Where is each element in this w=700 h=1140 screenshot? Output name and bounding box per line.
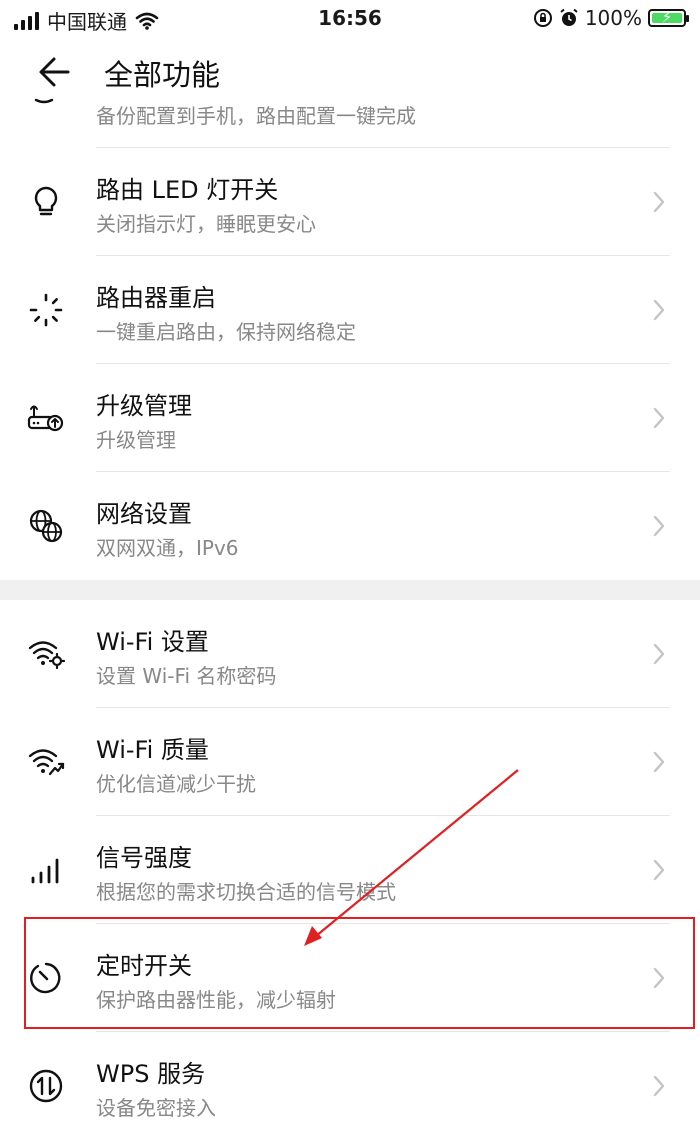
battery-percent: 100% xyxy=(584,6,642,30)
list-item-wifi-settings[interactable]: Wi-Fi 设置 设置 Wi-Fi 名称密码 xyxy=(0,600,700,708)
list-item-subtitle: 关闭指示灯，睡眠更安心 xyxy=(96,212,316,236)
list-item-subtitle: 优化信道减少干扰 xyxy=(96,772,256,796)
signal-strength-icon xyxy=(31,858,59,884)
globe-icon xyxy=(29,509,63,543)
list-item-subtitle: 升级管理 xyxy=(96,428,176,452)
list-item-subtitle: 设置 Wi-Fi 名称密码 xyxy=(96,664,277,688)
feature-list: 备份配置到手机，路由配置一键完成 路由 LED 灯开关 关闭指示灯，睡眠更安心 … xyxy=(0,98,700,1140)
list-item-signal-strength[interactable]: 信号强度 根据您的需求切换合适的信号模式 xyxy=(0,816,700,924)
list-item-subtitle: 根据您的需求切换合适的信号模式 xyxy=(96,880,396,904)
list-item-title: 路由器重启 xyxy=(96,284,216,312)
chevron-right-icon xyxy=(653,859,665,881)
list-item-backup[interactable]: 备份配置到手机，路由配置一键完成 xyxy=(0,98,700,148)
chevron-right-icon xyxy=(653,643,665,665)
page-title: 全部功能 xyxy=(104,58,221,92)
battery-charging-icon: ⚡ xyxy=(648,8,689,27)
list-item-subtitle: 双网双通，IPv6 xyxy=(96,536,239,560)
list-item-network[interactable]: 网络设置 双网双通，IPv6 xyxy=(0,472,700,580)
list-item-subtitle: 一键重启路由，保持网络稳定 xyxy=(96,320,356,344)
chevron-right-icon xyxy=(653,967,665,989)
list-item-title: 网络设置 xyxy=(96,500,192,528)
list-item-subtitle: 保护路由器性能，减少辐射 xyxy=(96,988,336,1012)
list-item-wps[interactable]: WPS 服务 设备免密接入 xyxy=(0,1032,700,1140)
restart-spinner-icon xyxy=(29,293,63,327)
wifi-quality-icon xyxy=(28,749,65,776)
chevron-right-icon xyxy=(653,191,665,213)
list-item-title: 升级管理 xyxy=(96,392,192,420)
section-divider xyxy=(0,580,700,600)
bulb-icon xyxy=(34,186,58,216)
arrow-left-icon[interactable] xyxy=(30,48,78,96)
list-item-title: 路由 LED 灯开关 xyxy=(96,176,279,204)
list-item-subtitle: 备份配置到手机，路由配置一键完成 xyxy=(96,104,416,128)
list-item-title: 定时开关 xyxy=(96,952,192,980)
wps-icon xyxy=(29,1069,63,1103)
list-item-led[interactable]: 路由 LED 灯开关 关闭指示灯，睡眠更安心 xyxy=(0,148,700,256)
list-item-title: Wi-Fi 质量 xyxy=(96,736,209,764)
status-bar: 中国联通 16:56 100% ⚡ xyxy=(0,0,700,36)
list-item-title: 信号强度 xyxy=(96,844,192,872)
router-upgrade-icon xyxy=(27,405,64,432)
list-item-restart[interactable]: 路由器重启 一键重启路由，保持网络稳定 xyxy=(0,256,700,364)
rotation-lock-icon xyxy=(533,9,552,27)
chevron-right-icon xyxy=(653,751,665,773)
list-item-wifi-quality[interactable]: Wi-Fi 质量 优化信道减少干扰 xyxy=(0,708,700,816)
header: 全部功能 xyxy=(0,40,700,104)
list-item-title: WPS 服务 xyxy=(96,1060,206,1088)
list-item-upgrade[interactable]: 升级管理 升级管理 xyxy=(0,364,700,472)
chevron-right-icon xyxy=(653,515,665,537)
chevron-right-icon xyxy=(653,299,665,321)
status-right: 100% ⚡ xyxy=(533,6,689,30)
chevron-right-icon xyxy=(653,1075,665,1097)
alarm-icon xyxy=(560,8,578,26)
backup-icon xyxy=(34,98,54,104)
list-item-subtitle: 设备免密接入 xyxy=(96,1096,216,1120)
chevron-right-icon xyxy=(653,407,665,429)
timer-icon xyxy=(30,962,61,994)
wifi-settings-icon xyxy=(28,641,66,670)
list-item-timer-switch[interactable]: 定时开关 保护路由器性能，减少辐射 xyxy=(0,924,700,1032)
list-item-title: Wi-Fi 设置 xyxy=(96,628,209,656)
